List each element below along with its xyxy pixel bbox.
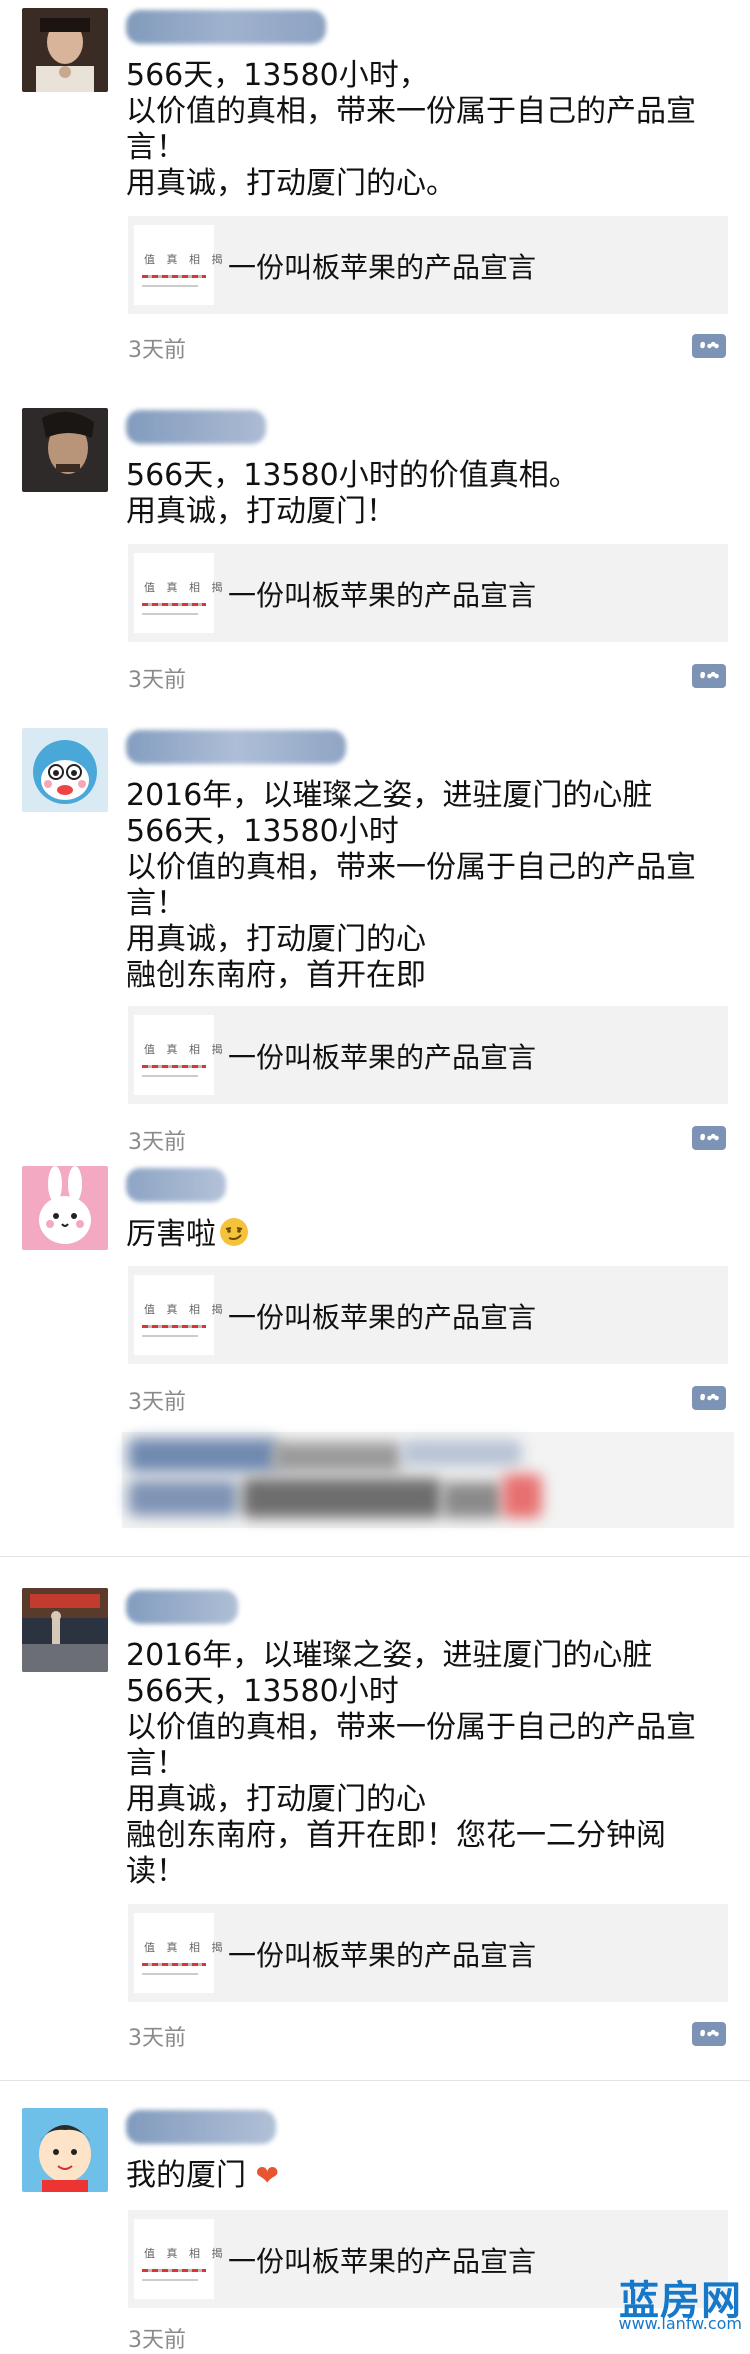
post-time: 3天前 bbox=[128, 1390, 186, 1415]
comment-icon[interactable] bbox=[692, 1126, 726, 1150]
author-name-blurred[interactable] bbox=[126, 2110, 276, 2144]
comment-icon[interactable] bbox=[692, 2022, 726, 2046]
comment-icon[interactable] bbox=[692, 664, 726, 688]
likes-comments-blurred bbox=[122, 1432, 734, 1528]
post-time: 3天前 bbox=[128, 668, 186, 693]
post-time: 3天前 bbox=[128, 2026, 186, 2051]
article-title: 一份叫板苹果的产品宣言 bbox=[228, 579, 537, 612]
article-title: 一份叫板苹果的产品宣言 bbox=[228, 1041, 537, 1074]
article-title: 一份叫板苹果的产品宣言 bbox=[228, 2245, 537, 2278]
watermark: 蓝房网 www.lanfw.com bbox=[612, 2268, 750, 2334]
smirk-emoji-icon bbox=[218, 1216, 250, 1257]
avatar[interactable] bbox=[22, 2108, 108, 2192]
article-title: 一份叫板苹果的产品宣言 bbox=[228, 1939, 537, 1972]
comment-icon[interactable] bbox=[692, 334, 726, 358]
comment-icon[interactable] bbox=[692, 1386, 726, 1410]
author-name-blurred[interactable] bbox=[126, 1590, 238, 1624]
article-thumbnail: 值 真 相 揭 bbox=[134, 1275, 223, 1355]
post-time: 3天前 bbox=[128, 2328, 186, 2353]
shared-article-card[interactable]: 值 真 相 揭 一份叫板苹果的产品宣言 bbox=[128, 1904, 728, 2002]
author-name-blurred[interactable] bbox=[126, 10, 326, 44]
article-thumbnail: 值 真 相 揭 bbox=[134, 1015, 223, 1095]
article-title: 一份叫板苹果的产品宣言 bbox=[228, 1301, 537, 1334]
heart-icon: ❤ bbox=[255, 2159, 280, 2192]
post-text: 566天，13580小时的价值真相。 用真诚，打动厦门！ bbox=[126, 458, 579, 529]
article-thumbnail: 值 真 相 揭 bbox=[134, 553, 223, 633]
avatar[interactable] bbox=[22, 728, 108, 812]
avatar[interactable] bbox=[22, 408, 108, 492]
post-text: 2016年，以璀璨之姿，进驻厦门的心脏 566天，13580小时 以价值的真相，… bbox=[126, 1638, 696, 1889]
post-divider bbox=[0, 1556, 750, 1557]
post-text: 厉害啦 bbox=[126, 1216, 726, 1257]
avatar[interactable] bbox=[22, 1166, 108, 1250]
article-title: 一份叫板苹果的产品宣言 bbox=[228, 251, 537, 284]
shared-article-card[interactable]: 值 真 相 揭 一份叫板苹果的产品宣言 bbox=[128, 1266, 728, 1364]
post-divider bbox=[0, 2080, 750, 2081]
article-thumbnail: 值 真 相 揭 bbox=[134, 1913, 223, 1993]
post-text: 566天，13580小时， 以价值的真相，带来一份属于自己的产品宣 言！ 用真诚… bbox=[126, 58, 696, 201]
article-thumbnail: 值 真 相 揭 bbox=[134, 2219, 223, 2299]
article-thumbnail: 值 真 相 揭 bbox=[134, 225, 223, 305]
post-text: 我的厦门 ❤ bbox=[126, 2158, 280, 2193]
shared-article-card[interactable]: 值 真 相 揭 一份叫板苹果的产品宣言 bbox=[128, 216, 728, 314]
avatar[interactable] bbox=[22, 1588, 108, 1672]
post-text: 2016年，以璀璨之姿，进驻厦门的心脏 566天，13580小时 以价值的真相，… bbox=[126, 778, 696, 993]
author-name-blurred[interactable] bbox=[126, 410, 266, 444]
author-name-blurred[interactable] bbox=[126, 1168, 226, 1202]
shared-article-card[interactable]: 值 真 相 揭 一份叫板苹果的产品宣言 bbox=[128, 544, 728, 642]
watermark-url: www.lanfw.com bbox=[618, 2314, 743, 2333]
avatar[interactable] bbox=[22, 8, 108, 92]
author-name-blurred[interactable] bbox=[126, 730, 346, 764]
shared-article-card[interactable]: 值 真 相 揭 一份叫板苹果的产品宣言 bbox=[128, 1006, 728, 1104]
post-time: 3天前 bbox=[128, 1130, 186, 1155]
post-time: 3天前 bbox=[128, 338, 186, 363]
